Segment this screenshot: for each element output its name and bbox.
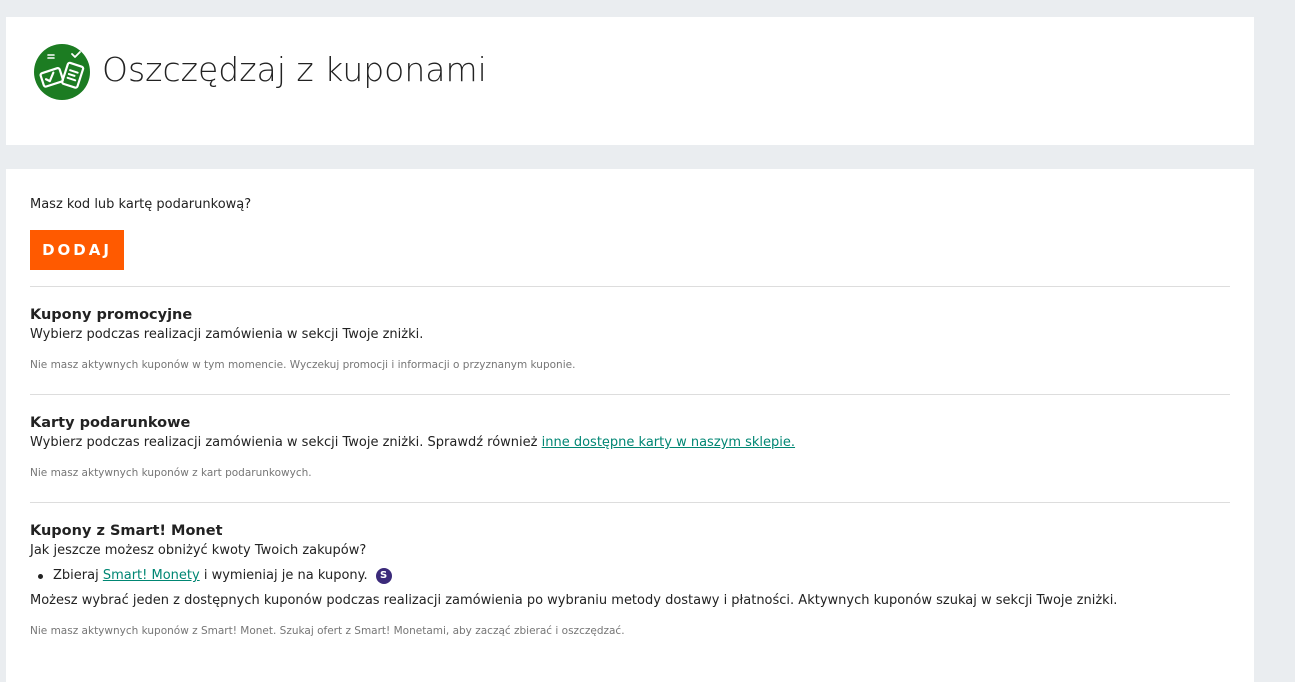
gift-cards-text-body: Wybierz podczas realizacji zamówienia w …: [30, 435, 542, 450]
coupons-panel: Masz kod lub kartę podarunkową? DODAJ Ku…: [6, 169, 1254, 682]
divider: [30, 286, 1230, 287]
bullet-icon: [38, 573, 43, 579]
smart-coupons-question: Jak jeszcze możesz obniżyć kwoty Twoich …: [30, 543, 367, 558]
smart-coupons-title: Kupony z Smart! Monet: [30, 523, 223, 539]
gift-cards-title: Karty podarunkowe: [30, 415, 191, 431]
page-title: Oszczędzaj z kuponami: [102, 50, 487, 89]
bullet-suffix: i wymieniaj je na kupony.: [199, 568, 368, 583]
gift-cards-text: Wybierz podczas realizacji zamówienia w …: [30, 433, 1230, 453]
coupons-logo-icon: [34, 44, 90, 100]
smart-coin-icon: S: [375, 568, 392, 584]
divider: [30, 394, 1230, 395]
smart-coupons-text: Możesz wybrać jeden z dostępnych kuponów…: [30, 593, 1118, 608]
promo-coupons-text: Wybierz podczas realizacji zamówienia w …: [30, 327, 424, 342]
add-code-button[interactable]: DODAJ: [30, 230, 124, 270]
gift-cards-section: Karty podarunkowe Wybierz podczas realiz…: [30, 413, 1230, 480]
gift-cards-empty-note: Nie masz aktywnych kuponów z kart podaru…: [30, 467, 312, 479]
smart-coins-link[interactable]: Smart! Monety: [103, 567, 200, 585]
smart-coupons-empty-note: Nie masz aktywnych kuponów z Smart! Mone…: [30, 625, 625, 637]
promo-coupons-empty-note: Nie masz aktywnych kuponów w tym momenci…: [30, 359, 576, 371]
promo-coupons-section: Kupony promocyjne Wybierz podczas realiz…: [30, 305, 1230, 372]
divider: [30, 502, 1230, 503]
header-card: Oszczędzaj z kuponami: [6, 17, 1254, 145]
list-item: Zbieraj Smart! Monety i wymieniaj je na …: [38, 567, 1230, 585]
promo-coupons-title: Kupony promocyjne: [30, 307, 193, 323]
add-code-question: Masz kod lub kartę podarunkową?: [30, 197, 252, 212]
smart-coupons-section: Kupony z Smart! Monet Jak jeszcze możesz…: [30, 521, 1230, 638]
bullet-prefix: Zbieraj: [53, 568, 103, 583]
other-gift-cards-link[interactable]: inne dostępne karty w naszym sklepie.: [542, 435, 795, 450]
